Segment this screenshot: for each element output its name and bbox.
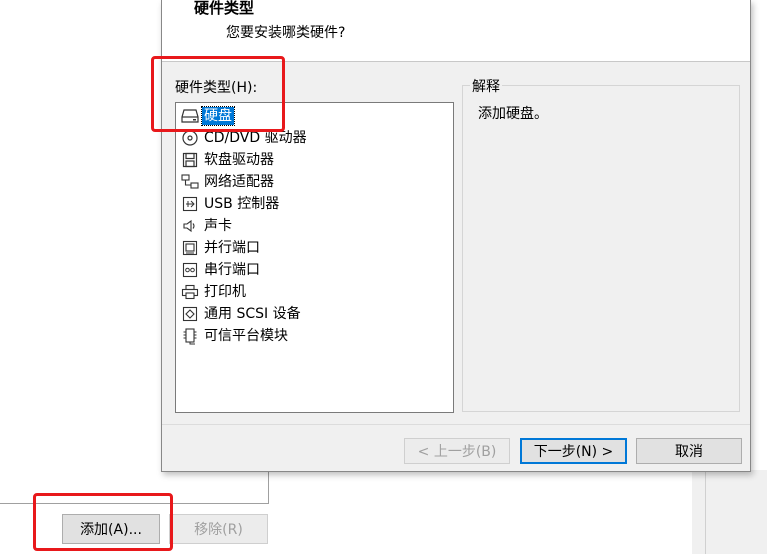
- list-item-printer[interactable]: 打印机: [180, 282, 248, 302]
- usb-icon: [180, 195, 200, 213]
- page-title: 硬件类型: [194, 0, 255, 17]
- parent-divider: [705, 470, 706, 554]
- list-item-parallel-port[interactable]: 并行端口: [180, 238, 262, 258]
- scsi-icon: [180, 305, 200, 323]
- tpm-icon: [180, 327, 200, 345]
- list-item-sound-card[interactable]: 声卡: [180, 216, 234, 236]
- parallel-port-icon: [180, 239, 200, 257]
- footer-divider: [162, 424, 750, 425]
- explanation-group: [462, 85, 740, 412]
- parent-right-panel: [692, 470, 767, 554]
- highlight-box-add-button: [33, 493, 173, 551]
- list-item-network-adapter[interactable]: 网络适配器: [180, 172, 276, 192]
- sound-icon: [180, 217, 200, 235]
- dialog-header: 硬件类型 您要安装哪类硬件?: [162, 0, 750, 62]
- floppy-icon: [180, 151, 200, 169]
- list-item-usb[interactable]: USB 控制器: [180, 194, 281, 214]
- hardware-type-list[interactable]: 硬盘 CD/DVD 驱动器 软盘驱动器 网络适配器 USB 控制器 声卡 并行端…: [175, 102, 454, 413]
- remove-hardware-button[interactable]: 移除(R): [169, 514, 268, 544]
- explanation-text: 添加硬盘。: [478, 106, 548, 122]
- back-button[interactable]: < 上一步(B): [404, 438, 510, 464]
- serial-port-icon: [180, 261, 200, 279]
- cancel-button[interactable]: 取消: [636, 438, 742, 464]
- next-button[interactable]: 下一步(N) >: [520, 438, 627, 464]
- list-item-tpm[interactable]: 可信平台模块: [180, 326, 290, 346]
- page-subtitle: 您要安装哪类硬件?: [226, 25, 346, 41]
- list-item-floppy[interactable]: 软盘驱动器: [180, 150, 276, 170]
- explanation-title: 解释: [470, 76, 502, 96]
- network-adapter-icon: [180, 173, 200, 191]
- parent-list-border: [268, 470, 269, 504]
- list-item-serial-port[interactable]: 串行端口: [180, 260, 262, 280]
- list-item-scsi[interactable]: 通用 SCSI 设备: [180, 304, 303, 324]
- highlight-box-hard-disk: [151, 56, 285, 132]
- printer-icon: [180, 283, 200, 301]
